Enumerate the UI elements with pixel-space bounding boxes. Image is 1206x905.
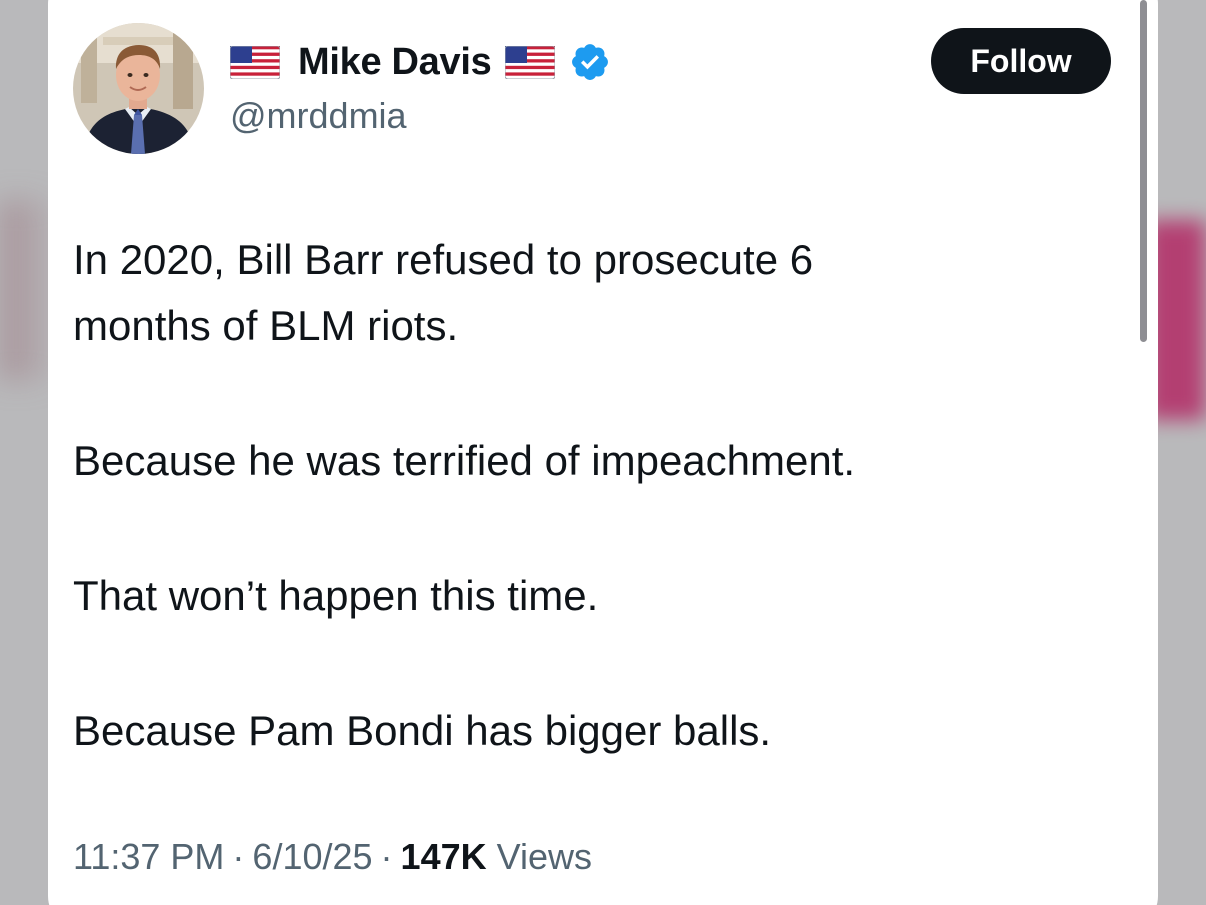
avatar-photo <box>73 23 204 154</box>
tweet-meta: 11:37 PM · 6/10/25 · 147K Views <box>73 836 592 878</box>
verified-badge-icon[interactable] <box>569 41 611 83</box>
avatar[interactable] <box>73 23 204 154</box>
tweet-paragraph: In 2020, Bill Barr refused to prosecute … <box>73 236 814 349</box>
tweet-paragraph: Because he was terrified of impeachment. <box>73 437 856 484</box>
author-name-row[interactable]: Mike Davis <box>230 38 611 86</box>
tweet-paragraph: Because Pam Bondi has bigger balls. <box>73 707 772 754</box>
tweet-time[interactable]: 11:37 PM <box>73 836 224 878</box>
tweet-text: In 2020, Bill Barr refused to prosecute … <box>73 227 1093 833</box>
views-label[interactable]: Views <box>497 836 592 878</box>
meta-separator: · <box>232 836 245 877</box>
us-flag-icon <box>505 45 556 79</box>
meta-separator: · <box>380 836 393 877</box>
us-flag-icon <box>230 45 280 79</box>
scrollbar[interactable] <box>1140 0 1147 342</box>
tweet-date[interactable]: 6/10/25 <box>252 836 372 878</box>
follow-button[interactable]: Follow <box>931 28 1111 94</box>
author-handle[interactable]: @mrddmia <box>230 95 407 137</box>
views-count[interactable]: 147K <box>401 836 487 878</box>
tweet-paragraph: That won’t happen this time. <box>73 572 599 619</box>
author-display-name[interactable]: Mike Davis <box>298 41 492 84</box>
